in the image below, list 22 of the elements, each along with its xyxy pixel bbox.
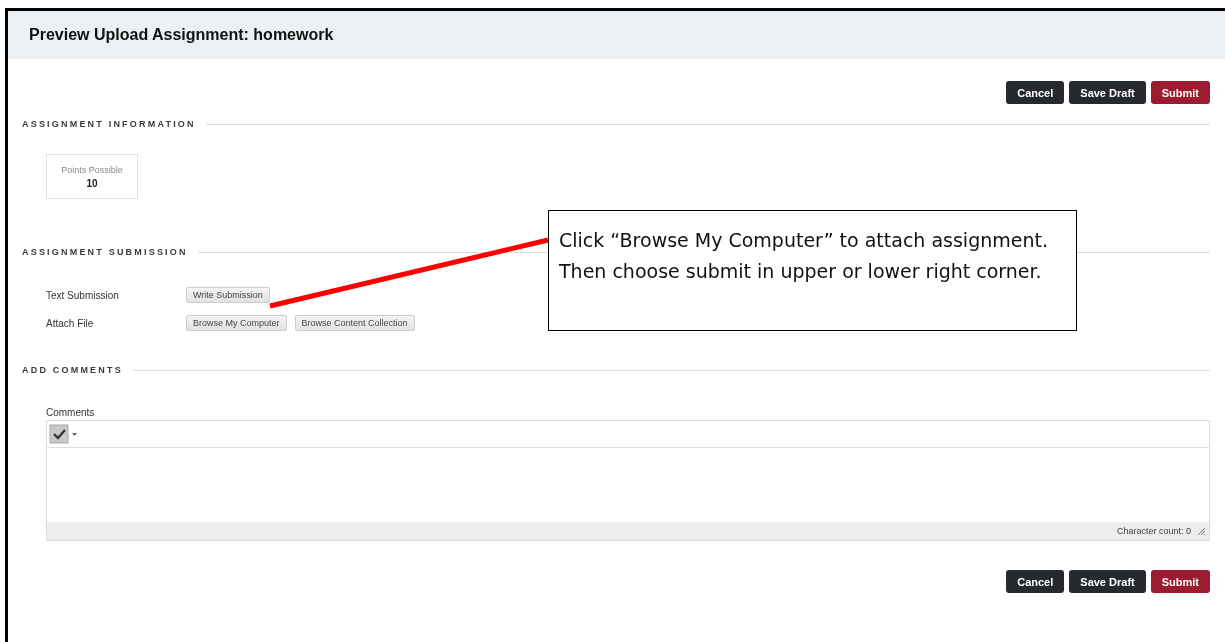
resize-handle-icon[interactable] <box>1197 527 1205 535</box>
points-label: Points Possible <box>61 164 123 175</box>
submission-button[interactable]: Browse My Computer <box>186 315 287 331</box>
field-label: Attach File <box>46 317 95 329</box>
action-button[interactable]: Save Draft <box>1069 570 1146 593</box>
action-button[interactable]: Cancel <box>1006 570 1065 593</box>
section-heading: ASSIGNMENT INFORMATION <box>22 119 196 129</box>
action-button[interactable]: Save Draft <box>1069 81 1146 104</box>
points-value: 10 <box>86 177 98 189</box>
field-label: Text Submission <box>46 289 120 301</box>
section-heading: ADD COMMENTS <box>22 365 123 375</box>
action-button[interactable]: Cancel <box>1006 81 1065 104</box>
section-heading: ASSIGNMENT SUBMISSION <box>22 247 188 257</box>
submit-button[interactable]: Submit <box>1150 81 1210 104</box>
submission-button[interactable]: Write Submission <box>186 287 270 303</box>
spellcheck-icon[interactable] <box>49 424 79 444</box>
page-title: Preview Upload Assignment: homework <box>8 11 1225 59</box>
callout-note: Click “Browse My Computer” to attach assignment. Then choose submit in upper or lower right corner. <box>548 210 1077 331</box>
field-label: Comments <box>46 407 96 418</box>
submit-button[interactable]: Submit <box>1150 570 1210 593</box>
submission-button[interactable]: Browse Content Collection <box>294 315 415 331</box>
character-count: Character count: 0 <box>1116 526 1191 536</box>
